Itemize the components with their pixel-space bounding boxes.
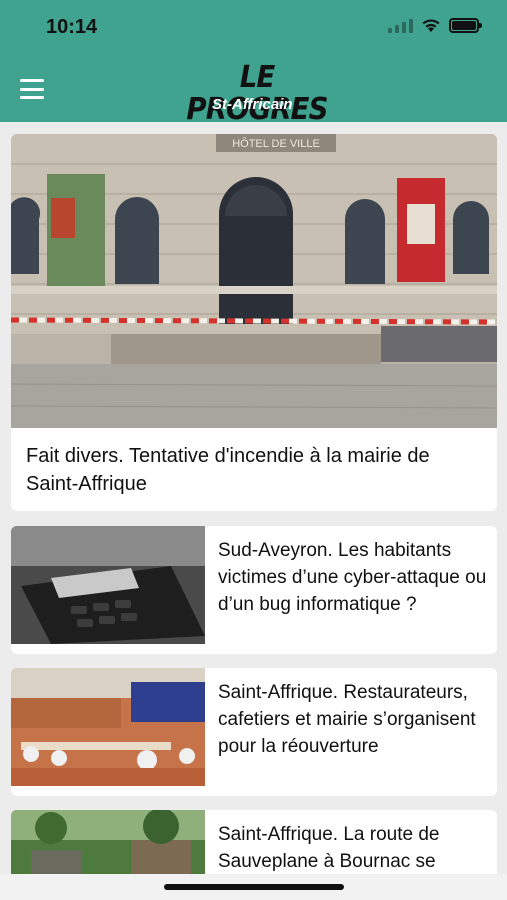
- logo-subtitle: St-Affricain: [212, 96, 293, 113]
- logo-title: LE PROGRES: [186, 60, 328, 127]
- article-image-town-hall: HÔTEL DE VILLE: [11, 134, 497, 428]
- app-header: 10:14 LE PROGRES St-Affricain: [0, 0, 507, 126]
- article-thumbnail-phone: [11, 526, 205, 644]
- article-title: Fait divers. Tentative d'incendie à la m…: [26, 445, 430, 495]
- article-title: Sud-Aveyron. Les habitants victimes d’un…: [218, 540, 487, 615]
- image-sign-text: HÔTEL DE VILLE: [232, 137, 320, 150]
- battery-icon: [449, 18, 482, 33]
- article-feed[interactable]: HÔTEL DE VILLE Fait divers. Tentative d'…: [0, 122, 507, 900]
- status-icons: [388, 18, 482, 33]
- status-bar: 10:14: [0, 0, 507, 56]
- status-time: 10:14: [46, 16, 98, 38]
- article-title: Saint-Affrique. Restaurateurs, cafetiers…: [218, 682, 476, 757]
- article-card[interactable]: Sud-Aveyron. Les habitants victimes d’un…: [11, 526, 497, 654]
- article-card-featured[interactable]: HÔTEL DE VILLE Fait divers. Tentative d'…: [11, 134, 497, 511]
- article-thumbnail-meeting: [11, 668, 205, 786]
- app-logo: LE PROGRES St-Affricain: [172, 62, 342, 126]
- article-card[interactable]: Saint-Affrique. Restaurateurs, cafetiers…: [11, 668, 497, 796]
- cellular-signal-icon: [388, 18, 413, 33]
- article-title: Saint-Affrique. La route de Sauveplane à…: [218, 824, 440, 872]
- home-bar: [0, 874, 507, 900]
- home-indicator[interactable]: [164, 884, 344, 890]
- hamburger-menu-icon[interactable]: [20, 79, 44, 99]
- wifi-icon: [422, 19, 440, 32]
